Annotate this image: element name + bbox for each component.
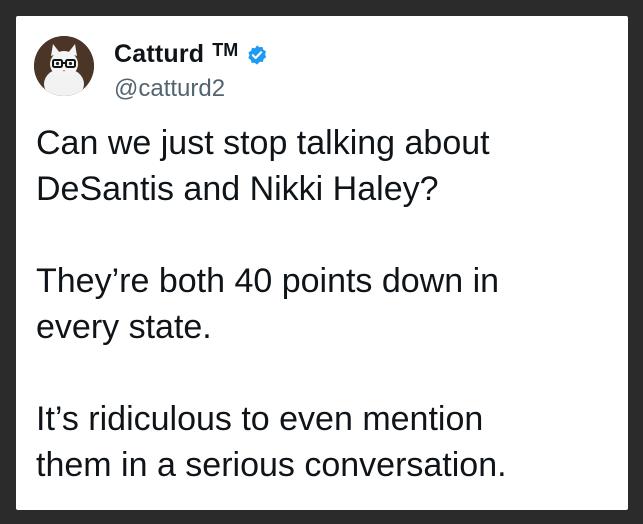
- display-name[interactable]: Catturd: [114, 40, 204, 69]
- tweet-text: Can we just stop talking about DeSantis …: [36, 120, 616, 488]
- tweet-paragraph: Can we just stop talking about DeSantis …: [36, 124, 490, 208]
- tweet-paragraph: It’s ridiculous to even mention them in …: [36, 400, 507, 484]
- avatar[interactable]: [34, 36, 94, 96]
- author-info: Catturd TM @catturd2: [114, 36, 268, 103]
- tweet-header: Catturd TM @catturd2: [34, 36, 268, 116]
- user-handle[interactable]: @catturd2: [114, 75, 268, 103]
- tweet-paragraph: They’re both 40 points down in every sta…: [36, 262, 500, 346]
- verified-badge-icon: [248, 44, 267, 65]
- trademark-symbol: TM: [212, 40, 239, 60]
- name-row: Catturd TM: [114, 40, 268, 69]
- tweet-card: Catturd TM @catturd2 Can we just stop ta…: [16, 16, 628, 510]
- cat-avatar-icon: [34, 36, 94, 96]
